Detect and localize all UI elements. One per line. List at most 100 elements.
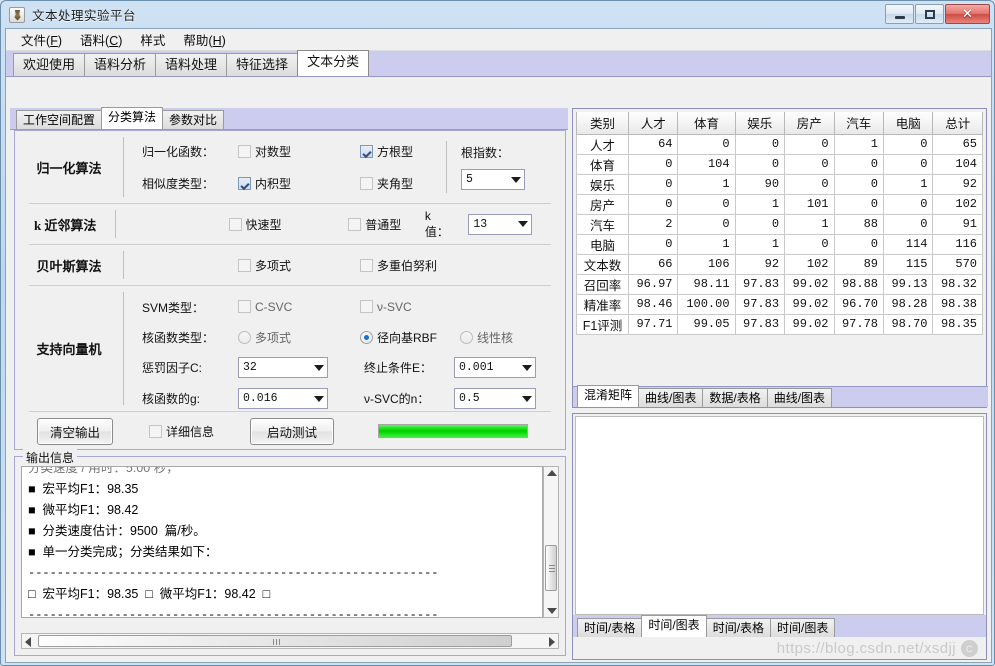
col-header-realestate[interactable]: 房产 xyxy=(784,112,835,135)
table-cell: 104 xyxy=(932,153,983,175)
tab-time-table-1[interactable]: 时间/表格 xyxy=(577,618,643,637)
output-line: ■ 单一分类完成；分类结果如下： xyxy=(28,545,218,559)
tab-curve-chart-2[interactable]: 曲线/图表 xyxy=(766,388,833,407)
row-header: 汽车 xyxy=(576,213,629,235)
checkbox-multinomial-box[interactable] xyxy=(238,258,251,272)
col-header-sports[interactable]: 体育 xyxy=(677,112,736,135)
checkbox-inner-product-box[interactable] xyxy=(238,176,251,190)
output-vertical-scrollbar[interactable] xyxy=(543,466,559,618)
penalty-c-combo[interactable]: 32 xyxy=(238,357,328,378)
tab-welcome[interactable]: 欢迎使用 xyxy=(13,53,86,76)
close-icon[interactable]: ✕ xyxy=(945,4,990,24)
table-cell: 0 xyxy=(784,173,835,195)
col-header-total[interactable]: 总计 xyxy=(932,112,983,135)
clear-output-button[interactable]: 清空输出 xyxy=(37,417,114,445)
checkbox-multivariate-bernoulli-box[interactable] xyxy=(360,258,373,272)
k-value-label: k值： xyxy=(424,208,449,239)
checkbox-c-svc[interactable]: C-SVC xyxy=(238,300,360,314)
col-header-entertainment[interactable]: 娱乐 xyxy=(734,112,786,135)
table-cell: 64 xyxy=(627,133,679,155)
checkbox-multinomial[interactable]: 多项式 xyxy=(238,257,360,274)
scroll-right-arrow-icon[interactable] xyxy=(549,637,555,647)
menu-style-label: 样式 xyxy=(140,34,166,48)
table-row[interactable]: 房产 0 0 1 101 0 0 102 xyxy=(576,193,983,215)
checkbox-c-svc-box[interactable] xyxy=(238,300,251,313)
tab-confusion-matrix[interactable]: 混淆矩阵 xyxy=(577,385,640,407)
checkbox-angle-type[interactable]: 夹角型 xyxy=(360,175,413,192)
checkbox-sqrt-type-box[interactable] xyxy=(360,144,373,158)
tab-parameter-comparison[interactable]: 参数对比 xyxy=(162,110,225,129)
tab-text-classification[interactable]: 文本分类 xyxy=(297,50,370,76)
row-header: 人才 xyxy=(576,133,629,155)
checkbox-normal-type-box[interactable] xyxy=(348,217,362,231)
tab-classification-algorithm[interactable]: 分类算法 xyxy=(101,107,164,129)
checkbox-inner-product-label: 内积型 xyxy=(255,176,292,191)
table-row[interactable]: F1评测 97.71 99.05 97.83 99.02 97.78 98.70 98.35 xyxy=(576,313,983,335)
tab-time-chart-2[interactable]: 时间/图表 xyxy=(770,618,836,637)
table-row[interactable]: 精准率 98.46 100.00 97.83 99.02 96.70 98.28 98.38 xyxy=(576,293,983,315)
menu-item-help[interactable]: 帮助(H) xyxy=(174,28,234,51)
table-row[interactable]: 召回率 96.97 98.11 97.83 99.02 98.88 99.13 98.32 xyxy=(576,273,983,295)
table-row[interactable]: 人才 64 0 0 0 1 0 65 xyxy=(576,133,983,155)
menu-item-file[interactable]: 文件(F) xyxy=(12,28,71,51)
radio-polynomial-kernel[interactable]: 多项式 xyxy=(238,329,360,346)
vertical-scroll-thumb[interactable] xyxy=(545,545,557,591)
start-test-button[interactable]: 启动测试 xyxy=(250,417,335,445)
scroll-up-arrow-icon[interactable] xyxy=(547,470,557,476)
radio-polynomial-kernel-box[interactable] xyxy=(238,330,251,344)
k-value-combo[interactable]: 13 xyxy=(468,213,533,235)
tab-time-chart-1[interactable]: 时间/图表 xyxy=(641,615,707,637)
checkbox-normal-type[interactable]: 普通型 xyxy=(348,216,421,233)
table-cell: 0 xyxy=(882,153,934,175)
col-header-category[interactable]: 类别 xyxy=(576,112,629,135)
checkbox-nu-svc-box[interactable] xyxy=(360,300,373,313)
checkbox-log-type[interactable]: 对数型 xyxy=(238,143,360,160)
maximize-button[interactable] xyxy=(915,4,944,24)
checkbox-angle-type-box[interactable] xyxy=(360,176,373,190)
tab-data-table[interactable]: 数据/表格 xyxy=(702,388,768,407)
tab-time-table-2[interactable]: 时间/表格 xyxy=(705,618,772,637)
table-row[interactable]: 文本数 66 106 92 102 89 115 570 xyxy=(576,253,983,275)
tab-feature-selection[interactable]: 特征选择 xyxy=(226,53,299,76)
nu-svc-n-combo[interactable]: 0.5 xyxy=(454,388,536,409)
checkbox-sqrt-type[interactable]: 方根型 xyxy=(360,143,413,160)
table-row[interactable]: 汽车 2 0 0 1 88 0 91 xyxy=(576,213,983,235)
tab-corpus-analysis[interactable]: 语料分析 xyxy=(84,53,157,76)
checkbox-inner-product[interactable]: 内积型 xyxy=(238,175,360,192)
col-header-computer[interactable]: 电脑 xyxy=(882,112,934,135)
col-header-auto[interactable]: 汽车 xyxy=(833,112,885,135)
checkbox-fast-type[interactable]: 快速型 xyxy=(228,216,349,233)
output-horizontal-scrollbar[interactable] xyxy=(21,633,559,649)
root-exponent-combo[interactable]: 5 xyxy=(461,169,525,190)
tab-corpus-processing[interactable]: 语料处理 xyxy=(155,53,228,76)
termination-e-combo[interactable]: 0.001 xyxy=(454,357,536,378)
checkbox-fast-type-box[interactable] xyxy=(228,217,242,231)
checkbox-nu-svc[interactable]: ν-SVC xyxy=(360,300,412,314)
radio-linear-kernel-box[interactable] xyxy=(460,330,473,344)
kernel-g-value: 0.016 xyxy=(243,392,278,405)
radio-rbf-kernel-box[interactable] xyxy=(360,330,373,344)
col-header-talent[interactable]: 人才 xyxy=(627,112,679,135)
radio-rbf-kernel[interactable]: 径向基RBF xyxy=(360,329,460,346)
scroll-down-arrow-icon[interactable] xyxy=(547,608,557,614)
table-row[interactable]: 电脑 0 1 1 0 0 114 116 xyxy=(576,233,983,255)
table-cell: 98.28 xyxy=(882,293,934,315)
tab-workspace-config[interactable]: 工作空间配置 xyxy=(16,110,103,129)
tab-curve-chart-1[interactable]: 曲线/图表 xyxy=(638,388,704,407)
radio-linear-kernel[interactable]: 线性核 xyxy=(460,329,513,346)
table-row[interactable]: 娱乐 0 1 90 0 0 1 92 xyxy=(576,173,983,195)
bottom-chart-area[interactable] xyxy=(575,416,984,615)
similarity-type-label: 相似度类型： xyxy=(142,176,215,191)
horizontal-scroll-thumb[interactable] xyxy=(38,635,512,647)
menu-item-corpus[interactable]: 语料(C) xyxy=(71,28,131,51)
minimize-button[interactable] xyxy=(885,4,914,24)
checkbox-verbose[interactable]: 详细信息 xyxy=(149,423,214,440)
menu-item-style[interactable]: 样式 xyxy=(131,28,174,51)
checkbox-multivariate-bernoulli[interactable]: 多重伯努利 xyxy=(360,257,437,274)
table-row[interactable]: 体育 0 104 0 0 0 0 104 xyxy=(576,153,983,175)
scroll-left-arrow-icon[interactable] xyxy=(25,637,31,647)
checkbox-verbose-box[interactable] xyxy=(149,424,163,438)
kernel-g-combo[interactable]: 0.016 xyxy=(238,388,328,409)
output-text-area[interactable]: 分类速度 / 用时：5.00 秒， ■ 宏平均F1：98.35 ■ 微平均F1：98… xyxy=(21,466,543,618)
checkbox-log-type-box[interactable] xyxy=(238,144,251,158)
